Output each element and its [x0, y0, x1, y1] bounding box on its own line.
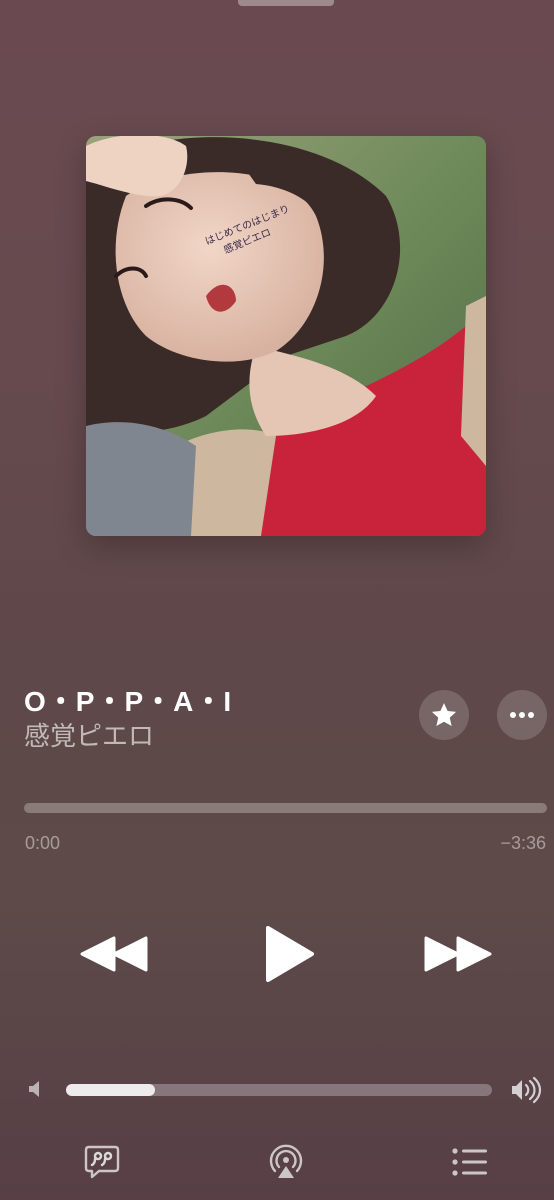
ellipsis-icon	[510, 712, 534, 718]
volume-slider[interactable]	[66, 1084, 492, 1096]
track-title: O・P・P・A・I	[24, 686, 233, 717]
backward-icon	[80, 936, 148, 972]
lyrics-quote-icon	[84, 1145, 120, 1179]
lyrics-button[interactable]	[82, 1142, 122, 1182]
queue-button[interactable]	[450, 1142, 490, 1182]
play-icon	[266, 926, 314, 982]
volume-slider-fill	[66, 1084, 156, 1096]
airplay-button[interactable]	[266, 1142, 306, 1182]
list-icon	[452, 1148, 487, 1176]
play-button[interactable]	[256, 922, 320, 986]
rewind-button[interactable]	[80, 928, 150, 980]
artist-name[interactable]: 感覚ピエロ	[24, 716, 154, 753]
star-icon	[431, 703, 457, 726]
sheet-grabber[interactable]	[238, 0, 334, 6]
forward-icon	[424, 936, 492, 972]
favorite-button[interactable]	[419, 690, 469, 740]
volume-high-icon	[512, 1076, 542, 1104]
more-options-button[interactable]	[497, 690, 547, 740]
album-artwork: はじめてのはじまり 感覚ピエロ	[86, 136, 486, 536]
elapsed-time: 0:00	[25, 833, 61, 853]
volume-low-icon	[29, 1081, 39, 1097]
remaining-time: −3:36	[500, 833, 546, 853]
fast-forward-button[interactable]	[422, 928, 492, 980]
airplay-icon	[269, 1144, 303, 1178]
playback-progress-slider[interactable]	[24, 803, 547, 813]
